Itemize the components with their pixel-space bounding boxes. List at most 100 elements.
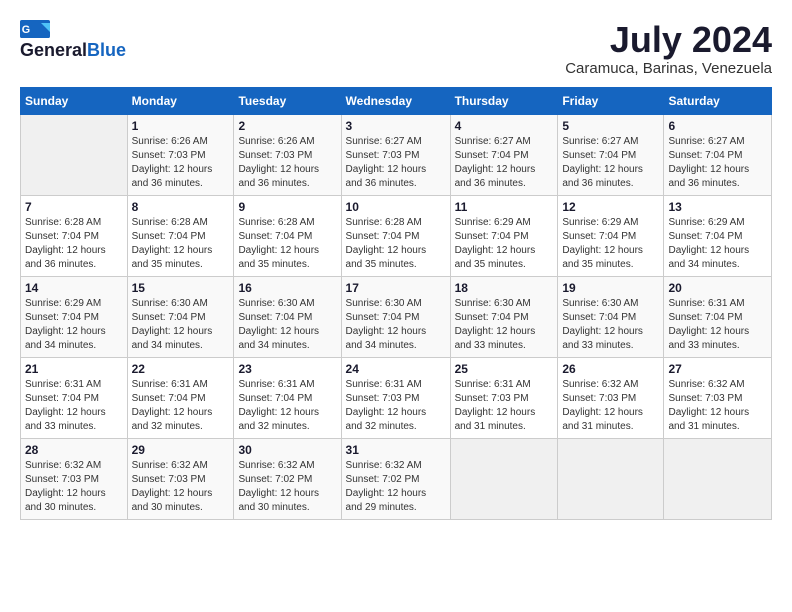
day-number: 14 bbox=[25, 281, 123, 295]
calendar-week-row: 7 Sunrise: 6:28 AMSunset: 7:04 PMDaylight… bbox=[21, 195, 772, 276]
day-number: 17 bbox=[346, 281, 446, 295]
day-number: 31 bbox=[346, 443, 446, 457]
calendar-cell: 1 Sunrise: 6:26 AMSunset: 7:03 PMDaylight… bbox=[127, 114, 234, 195]
day-number: 13 bbox=[668, 200, 767, 214]
day-number: 29 bbox=[132, 443, 230, 457]
calendar-cell: 26 Sunrise: 6:32 AMSunset: 7:03 PMDayligh… bbox=[558, 357, 664, 438]
day-info: Sunrise: 6:29 AMSunset: 7:04 PMDaylight:… bbox=[455, 216, 554, 272]
calendar-cell: 4 Sunrise: 6:27 AMSunset: 7:04 PMDaylight… bbox=[450, 114, 558, 195]
day-info: Sunrise: 6:28 AMSunset: 7:04 PMDaylight:… bbox=[346, 216, 446, 272]
day-info: Sunrise: 6:32 AMSunset: 7:03 PMDaylight:… bbox=[668, 378, 767, 434]
day-number: 24 bbox=[346, 362, 446, 376]
header: G General Blue July 2024 Caramuca, Barin… bbox=[20, 20, 772, 77]
logo: G General Blue bbox=[20, 20, 126, 61]
day-number: 9 bbox=[238, 200, 336, 214]
calendar-cell: 16 Sunrise: 6:30 AMSunset: 7:04 PMDayligh… bbox=[234, 276, 341, 357]
day-info: Sunrise: 6:31 AMSunset: 7:03 PMDaylight:… bbox=[455, 378, 554, 434]
day-info: Sunrise: 6:31 AMSunset: 7:04 PMDaylight:… bbox=[25, 378, 123, 434]
calendar-cell: 27Sunrise: 6:32 AMSunset: 7:03 PMDayligh… bbox=[664, 357, 772, 438]
day-number: 19 bbox=[562, 281, 659, 295]
day-number: 20 bbox=[668, 281, 767, 295]
calendar-cell: 2 Sunrise: 6:26 AMSunset: 7:03 PMDaylight… bbox=[234, 114, 341, 195]
logo-general: General bbox=[20, 40, 87, 61]
day-number: 25 bbox=[455, 362, 554, 376]
day-info: Sunrise: 6:32 AMSunset: 7:03 PMDaylight:… bbox=[132, 459, 230, 515]
day-info: Sunrise: 6:29 AMSunset: 7:04 PMDaylight:… bbox=[562, 216, 659, 272]
day-info: Sunrise: 6:27 AMSunset: 7:03 PMDaylight:… bbox=[346, 135, 446, 191]
calendar-cell bbox=[21, 114, 128, 195]
calendar-cell: 12 Sunrise: 6:29 AMSunset: 7:04 PMDayligh… bbox=[558, 195, 664, 276]
calendar-cell: 10 Sunrise: 6:28 AMSunset: 7:04 PMDayligh… bbox=[341, 195, 450, 276]
day-number: 4 bbox=[455, 119, 554, 133]
calendar-cell: 14Sunrise: 6:29 AMSunset: 7:04 PMDayligh… bbox=[21, 276, 128, 357]
day-number: 7 bbox=[25, 200, 123, 214]
calendar-cell: 30 Sunrise: 6:32 AMSunset: 7:02 PMDayligh… bbox=[234, 438, 341, 519]
col-sunday: Sunday bbox=[21, 87, 128, 114]
day-info: Sunrise: 6:32 AMSunset: 7:03 PMDaylight:… bbox=[25, 459, 123, 515]
day-number: 6 bbox=[668, 119, 767, 133]
month-year-title: July 2024 bbox=[565, 20, 772, 60]
days-of-week-row: Sunday Monday Tuesday Wednesday Thursday… bbox=[21, 87, 772, 114]
calendar-cell: 20 Sunrise: 6:31 AMSunset: 7:04 PMDayligh… bbox=[664, 276, 772, 357]
day-number: 11 bbox=[455, 200, 554, 214]
day-number: 30 bbox=[238, 443, 336, 457]
title-area: July 2024 Caramuca, Barinas, Venezuela bbox=[565, 20, 772, 77]
day-info: Sunrise: 6:32 AMSunset: 7:03 PMDaylight:… bbox=[562, 378, 659, 434]
calendar-cell bbox=[664, 438, 772, 519]
day-number: 21 bbox=[25, 362, 123, 376]
day-number: 1 bbox=[132, 119, 230, 133]
calendar-cell: 19 Sunrise: 6:30 AMSunset: 7:04 PMDayligh… bbox=[558, 276, 664, 357]
col-thursday: Thursday bbox=[450, 87, 558, 114]
col-wednesday: Wednesday bbox=[341, 87, 450, 114]
calendar-cell: 3Sunrise: 6:27 AMSunset: 7:03 PMDaylight… bbox=[341, 114, 450, 195]
calendar-cell: 21 Sunrise: 6:31 AMSunset: 7:04 PMDayligh… bbox=[21, 357, 128, 438]
calendar-cell: 22 Sunrise: 6:31 AMSunset: 7:04 PMDayligh… bbox=[127, 357, 234, 438]
day-info: Sunrise: 6:29 AMSunset: 7:04 PMDaylight:… bbox=[668, 216, 767, 272]
calendar-cell: 6 Sunrise: 6:27 AMSunset: 7:04 PMDaylight… bbox=[664, 114, 772, 195]
logo-blue: Blue bbox=[87, 40, 126, 61]
day-info: Sunrise: 6:28 AMSunset: 7:04 PMDaylight:… bbox=[25, 216, 123, 272]
col-saturday: Saturday bbox=[664, 87, 772, 114]
day-number: 22 bbox=[132, 362, 230, 376]
day-info: Sunrise: 6:31 AMSunset: 7:03 PMDaylight:… bbox=[346, 378, 446, 434]
col-tuesday: Tuesday bbox=[234, 87, 341, 114]
day-number: 2 bbox=[238, 119, 336, 133]
day-number: 12 bbox=[562, 200, 659, 214]
calendar-cell: 8Sunrise: 6:28 AMSunset: 7:04 PMDaylight… bbox=[127, 195, 234, 276]
day-number: 26 bbox=[562, 362, 659, 376]
day-number: 28 bbox=[25, 443, 123, 457]
day-info: Sunrise: 6:28 AMSunset: 7:04 PMDaylight:… bbox=[132, 216, 230, 272]
day-info: Sunrise: 6:26 AMSunset: 7:03 PMDaylight:… bbox=[238, 135, 336, 191]
day-info: Sunrise: 6:31 AMSunset: 7:04 PMDaylight:… bbox=[132, 378, 230, 434]
day-info: Sunrise: 6:26 AMSunset: 7:03 PMDaylight:… bbox=[132, 135, 230, 191]
day-info: Sunrise: 6:27 AMSunset: 7:04 PMDaylight:… bbox=[562, 135, 659, 191]
day-info: Sunrise: 6:27 AMSunset: 7:04 PMDaylight:… bbox=[455, 135, 554, 191]
calendar-week-row: 14Sunrise: 6:29 AMSunset: 7:04 PMDayligh… bbox=[21, 276, 772, 357]
svg-text:G: G bbox=[22, 24, 30, 36]
day-number: 10 bbox=[346, 200, 446, 214]
day-info: Sunrise: 6:32 AMSunset: 7:02 PMDaylight:… bbox=[346, 459, 446, 515]
day-number: 23 bbox=[238, 362, 336, 376]
calendar-cell: 28 Sunrise: 6:32 AMSunset: 7:03 PMDayligh… bbox=[21, 438, 128, 519]
calendar-cell: 18Sunrise: 6:30 AMSunset: 7:04 PMDayligh… bbox=[450, 276, 558, 357]
calendar-cell: 7 Sunrise: 6:28 AMSunset: 7:04 PMDaylight… bbox=[21, 195, 128, 276]
calendar-cell: 31 Sunrise: 6:32 AMSunset: 7:02 PMDayligh… bbox=[341, 438, 450, 519]
day-info: Sunrise: 6:30 AMSunset: 7:04 PMDaylight:… bbox=[238, 297, 336, 353]
calendar-cell: 29 Sunrise: 6:32 AMSunset: 7:03 PMDayligh… bbox=[127, 438, 234, 519]
day-number: 5 bbox=[562, 119, 659, 133]
calendar-week-row: 21 Sunrise: 6:31 AMSunset: 7:04 PMDayligh… bbox=[21, 357, 772, 438]
calendar-cell: 17 Sunrise: 6:30 AMSunset: 7:04 PMDayligh… bbox=[341, 276, 450, 357]
day-info: Sunrise: 6:31 AMSunset: 7:04 PMDaylight:… bbox=[668, 297, 767, 353]
day-number: 16 bbox=[238, 281, 336, 295]
day-number: 15 bbox=[132, 281, 230, 295]
day-info: Sunrise: 6:30 AMSunset: 7:04 PMDaylight:… bbox=[562, 297, 659, 353]
day-info: Sunrise: 6:32 AMSunset: 7:02 PMDaylight:… bbox=[238, 459, 336, 515]
day-info: Sunrise: 6:30 AMSunset: 7:04 PMDaylight:… bbox=[132, 297, 230, 353]
day-number: 18 bbox=[455, 281, 554, 295]
col-monday: Monday bbox=[127, 87, 234, 114]
calendar-cell: 23Sunrise: 6:31 AMSunset: 7:04 PMDayligh… bbox=[234, 357, 341, 438]
calendar-cell: 5 Sunrise: 6:27 AMSunset: 7:04 PMDaylight… bbox=[558, 114, 664, 195]
col-friday: Friday bbox=[558, 87, 664, 114]
day-info: Sunrise: 6:30 AMSunset: 7:04 PMDaylight:… bbox=[346, 297, 446, 353]
day-info: Sunrise: 6:27 AMSunset: 7:04 PMDaylight:… bbox=[668, 135, 767, 191]
